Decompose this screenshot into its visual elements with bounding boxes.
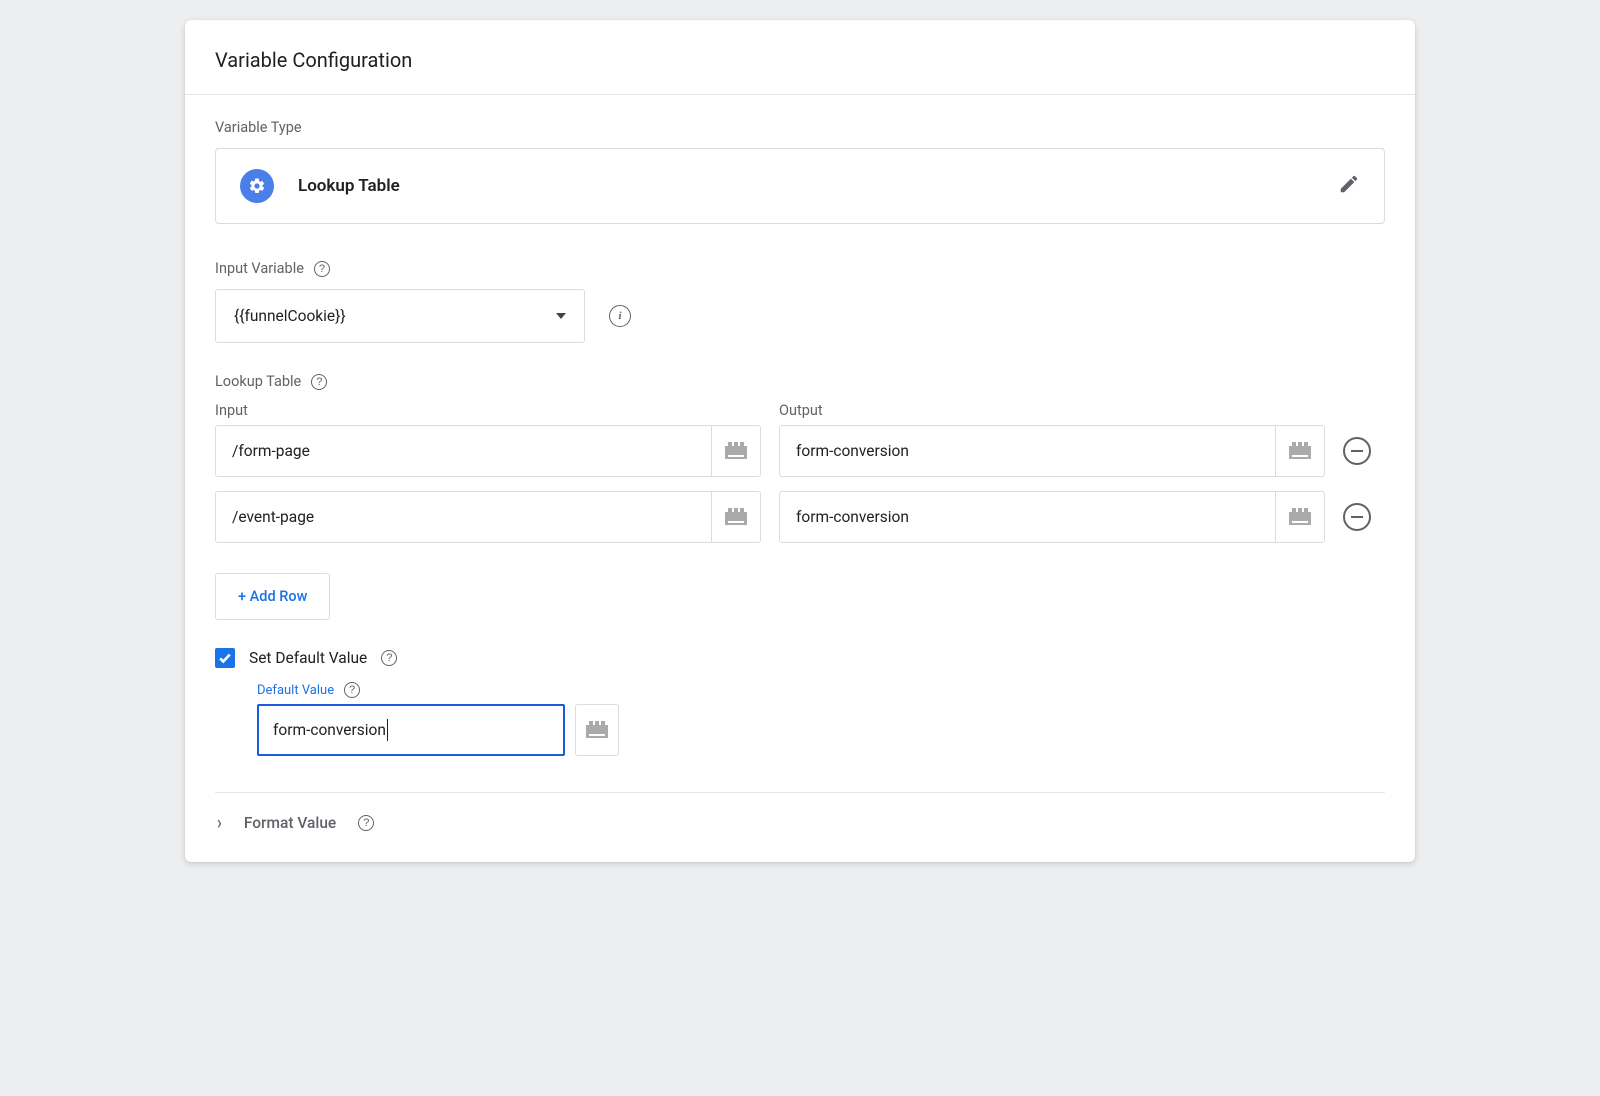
help-icon[interactable]: ? bbox=[311, 374, 327, 390]
input-variable-value: {{funnelCookie}} bbox=[234, 307, 346, 325]
help-icon[interactable]: ? bbox=[381, 650, 397, 666]
remove-row-icon[interactable] bbox=[1343, 503, 1371, 531]
variable-type-label: Variable Type bbox=[215, 119, 1385, 136]
text-cursor bbox=[387, 719, 388, 741]
info-icon[interactable]: i bbox=[609, 305, 631, 327]
insert-variable-icon[interactable] bbox=[712, 426, 760, 476]
default-value-input[interactable]: form-conversion bbox=[257, 704, 565, 756]
lookup-output-field[interactable]: form-conversion bbox=[780, 426, 1276, 476]
set-default-value-checkbox[interactable] bbox=[215, 648, 235, 668]
column-header-output: Output bbox=[779, 402, 1325, 425]
add-row-button[interactable]: + Add Row bbox=[215, 573, 330, 620]
help-icon[interactable]: ? bbox=[314, 261, 330, 277]
input-variable-label: Input Variable ? bbox=[215, 260, 1385, 277]
default-value-label: Default Value bbox=[257, 683, 334, 698]
help-icon[interactable]: ? bbox=[344, 682, 360, 698]
help-icon[interactable]: ? bbox=[358, 815, 374, 831]
page-title: Variable Configuration bbox=[215, 48, 1385, 72]
lookup-table-label-text: Lookup Table bbox=[215, 373, 301, 390]
lookup-table-label: Lookup Table ? bbox=[215, 373, 1385, 390]
variable-type-selector[interactable]: Lookup Table bbox=[215, 148, 1385, 224]
insert-variable-icon[interactable] bbox=[1276, 492, 1324, 542]
insert-variable-icon[interactable] bbox=[575, 704, 619, 756]
variable-type-name: Lookup Table bbox=[298, 176, 1314, 196]
insert-variable-icon[interactable] bbox=[1276, 426, 1324, 476]
table-row: /form-page form-conversion bbox=[215, 425, 1385, 477]
lookup-input-field[interactable]: /form-page bbox=[216, 426, 712, 476]
input-variable-label-text: Input Variable bbox=[215, 260, 304, 277]
default-value-text: form-conversion bbox=[273, 721, 386, 739]
card-header: Variable Configuration bbox=[185, 20, 1415, 95]
column-header-input: Input bbox=[215, 402, 761, 425]
chevron-right-icon: › bbox=[217, 811, 222, 834]
format-value-toggle[interactable]: › Format Value ? bbox=[215, 793, 1385, 852]
lookup-output-field[interactable]: form-conversion bbox=[780, 492, 1276, 542]
variable-config-card: Variable Configuration Variable Type Loo… bbox=[185, 20, 1415, 862]
table-row: /event-page form-conversion bbox=[215, 491, 1385, 543]
set-default-value-label: Set Default Value bbox=[249, 649, 367, 667]
gear-icon bbox=[240, 169, 274, 203]
edit-icon[interactable] bbox=[1338, 173, 1360, 199]
insert-variable-icon[interactable] bbox=[712, 492, 760, 542]
input-variable-select[interactable]: {{funnelCookie}} bbox=[215, 289, 585, 343]
format-value-label: Format Value bbox=[244, 814, 336, 832]
remove-row-icon[interactable] bbox=[1343, 437, 1371, 465]
chevron-down-icon bbox=[556, 313, 566, 319]
lookup-input-field[interactable]: /event-page bbox=[216, 492, 712, 542]
